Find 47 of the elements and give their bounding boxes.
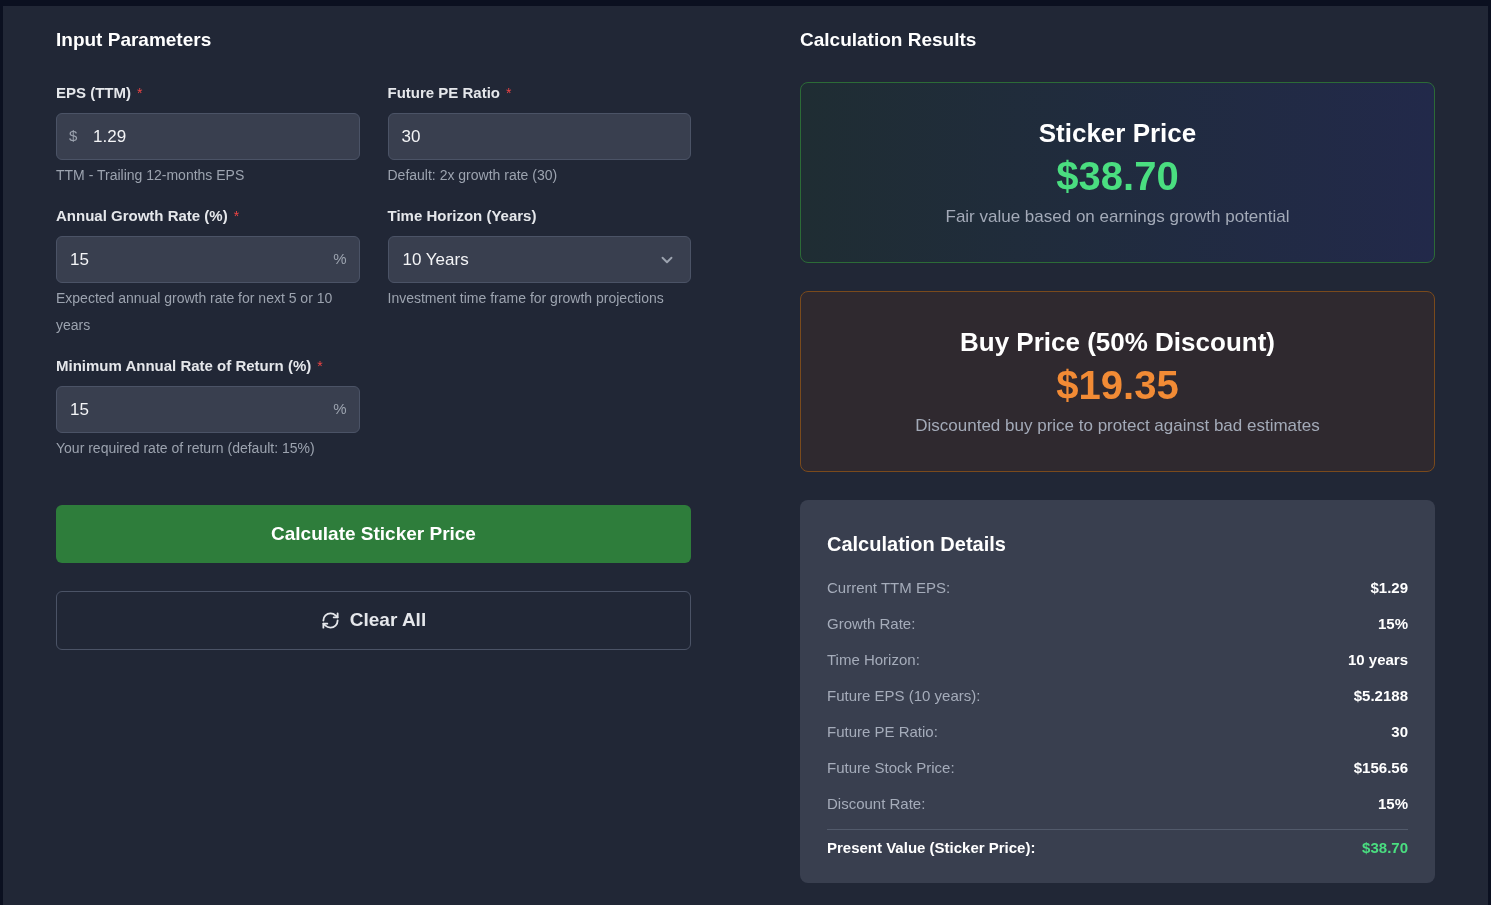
field-hint: Expected annual growth rate for next 5 or 10 years: [56, 290, 333, 333]
field-label: EPS (TTM): [56, 83, 131, 103]
refresh-icon: [320, 611, 340, 630]
currency-prefix: $: [69, 126, 78, 146]
detail-label: Discount Rate:: [827, 793, 926, 814]
detail-label: Future Stock Price:: [827, 757, 955, 778]
price-value: $19.35: [1056, 361, 1179, 409]
detail-value: 30: [1391, 721, 1408, 742]
detail-label: Future EPS (10 years):: [827, 685, 981, 706]
detail-label: Current TTM EPS:: [827, 577, 951, 598]
field-hint: Your required rate of return (default: 15%): [56, 440, 315, 456]
detail-value: 15%: [1377, 793, 1408, 814]
section-heading: Input Parameters: [56, 28, 212, 52]
field-label: Future PE Ratio: [387, 83, 500, 103]
section-heading: Calculation Results: [800, 28, 977, 52]
detail-label: Time Horizon:: [827, 649, 920, 670]
unit-suffix: %: [333, 399, 347, 419]
field-hint: Default: 2x growth rate (30): [387, 167, 558, 183]
clear-button[interactable]: Clear All: [56, 591, 691, 650]
detail-value: 15%: [1377, 613, 1408, 634]
card-caption: Fair value based on earnings growth potential: [945, 205, 1290, 228]
detail-value: $156.56: [1353, 757, 1408, 778]
required-asterisk: *: [506, 84, 512, 103]
detail-label: Growth Rate:: [827, 613, 916, 634]
detail-value: $1.29: [1370, 577, 1408, 598]
total-value: $38.70: [1362, 837, 1408, 858]
field-label: Annual Growth Rate (%): [56, 206, 228, 226]
detail-value: $5.2188: [1353, 685, 1408, 706]
details-heading: Calculation Details: [827, 532, 1006, 557]
price-value: $38.70: [1056, 152, 1179, 200]
card-caption: Discounted buy price to protect against bad estimates: [915, 414, 1320, 437]
card-title: Sticker Price: [1038, 116, 1197, 150]
field-hint: Investment time frame for growth projections: [387, 290, 664, 306]
field-label: Minimum Annual Rate of Return (%): [56, 356, 312, 376]
input-field[interactable]: 30: [387, 113, 691, 160]
unit-suffix: %: [333, 249, 347, 269]
required-asterisk: *: [233, 207, 240, 226]
required-asterisk: *: [317, 357, 323, 376]
required-asterisk: *: [137, 84, 143, 103]
total-label: Present Value (Sticker Price):: [827, 837, 1036, 858]
detail-label: Future PE Ratio:: [827, 721, 938, 742]
field-hint: TTM - Trailing 12-months EPS: [56, 167, 245, 183]
card-title: Buy Price (50% Discount): [960, 325, 1275, 359]
detail-value: 10 years: [1347, 649, 1408, 670]
calculate-button[interactable]: Calculate Sticker Price: [56, 505, 691, 563]
field-label: Time Horizon (Years): [387, 206, 537, 226]
select-dropdown[interactable]: 10 Years: [387, 236, 691, 283]
